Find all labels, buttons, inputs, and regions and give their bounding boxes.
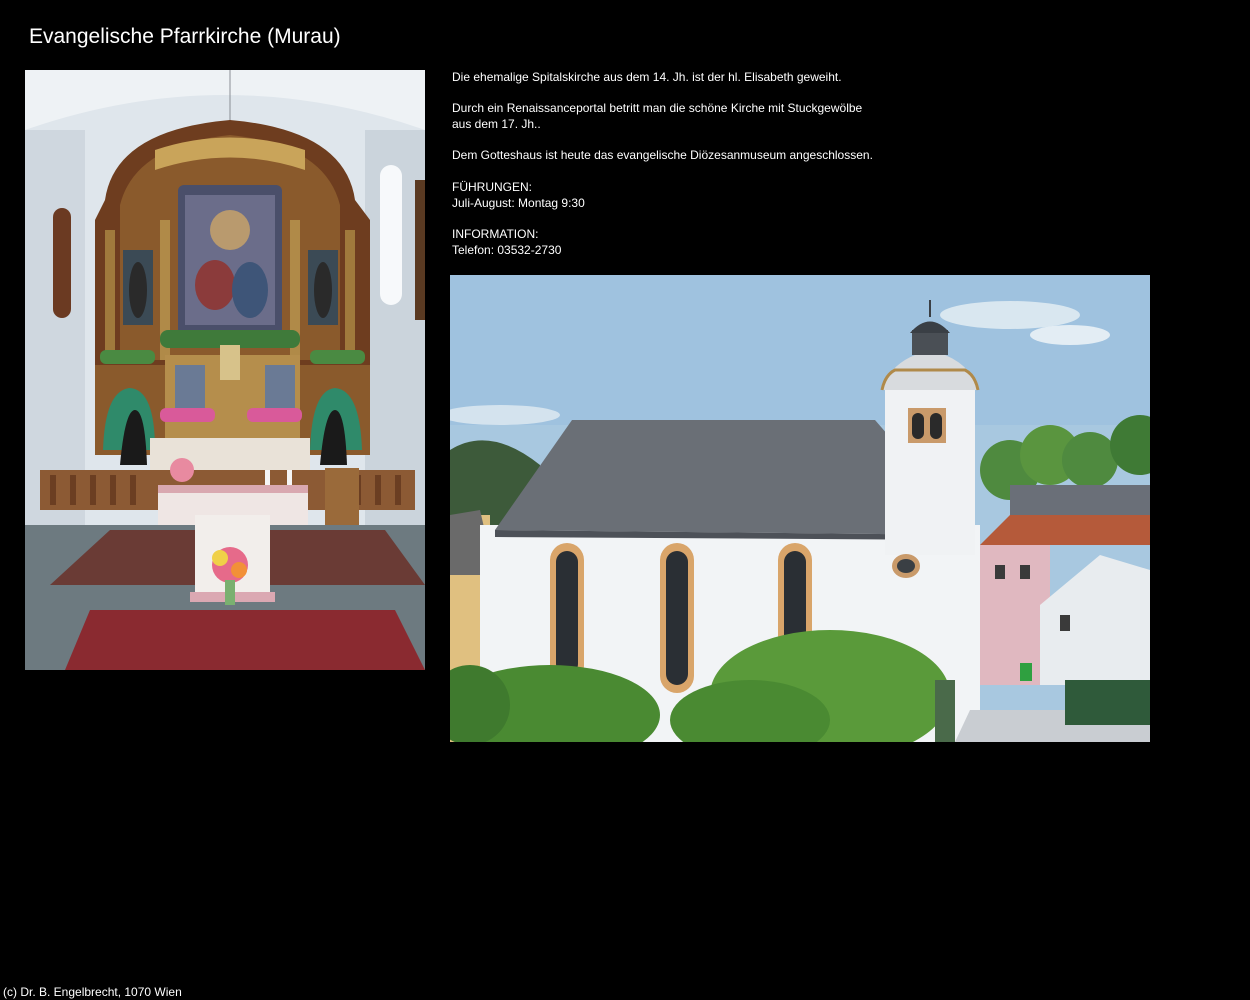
church-description: Die ehemalige Spitalskirche aus dem 14. …: [452, 70, 972, 274]
copyright-footer: (c) Dr. B. Engelbrecht, 1070 Wien: [3, 985, 182, 999]
tours-heading: FÜHRUNGEN:: [452, 179, 532, 194]
description-line: Durch ein Renaissanceportal betritt man …: [452, 101, 863, 116]
tours-section: FÜHRUNGEN: Juli-August: Montag 9:30: [452, 180, 972, 211]
tours-text: Juli-August: Montag 9:30: [452, 195, 585, 210]
description-paragraph: Die ehemalige Spitalskirche aus dem 14. …: [452, 70, 842, 84]
church-exterior-photo: [450, 275, 1150, 742]
info-heading: INFORMATION:: [452, 226, 539, 241]
description-line: aus dem 17. Jh..: [452, 117, 541, 132]
page-title: Evangelische Pfarrkirche (Murau): [29, 25, 341, 48]
info-phone: Telefon: 03532-2730: [452, 242, 562, 257]
church-interior-photo: [25, 70, 425, 670]
info-section: INFORMATION: Telefon: 03532-2730: [452, 227, 972, 258]
description-paragraph: Dem Gotteshaus ist heute das evangelisch…: [452, 148, 873, 163]
description-paragraph: Durch ein Renaissanceportal betritt man …: [452, 101, 972, 132]
